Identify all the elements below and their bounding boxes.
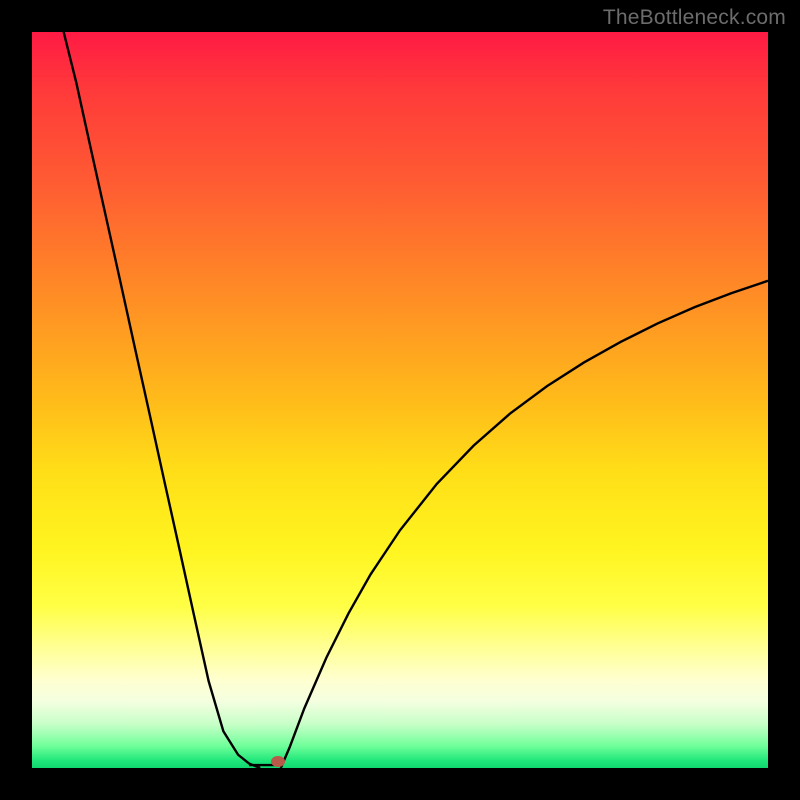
curve-path [64,32,768,768]
watermark-text: TheBottleneck.com [603,6,786,30]
plot-area [32,32,768,768]
optimal-marker [271,756,285,767]
chart-frame: TheBottleneck.com [0,0,800,800]
bottleneck-curve [32,32,768,768]
